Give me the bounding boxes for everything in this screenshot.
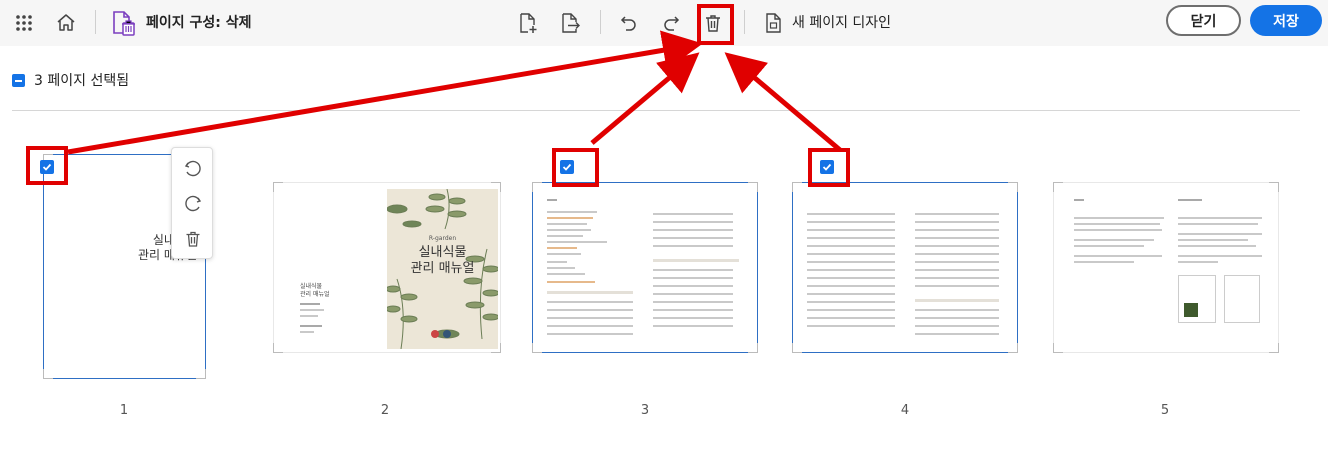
arrow-page-3-to-delete xyxy=(590,52,700,145)
arrow-page-4-to-delete xyxy=(724,52,842,152)
annotation-arrows xyxy=(67,30,842,155)
arrow-page-1-to-delete xyxy=(67,30,703,155)
